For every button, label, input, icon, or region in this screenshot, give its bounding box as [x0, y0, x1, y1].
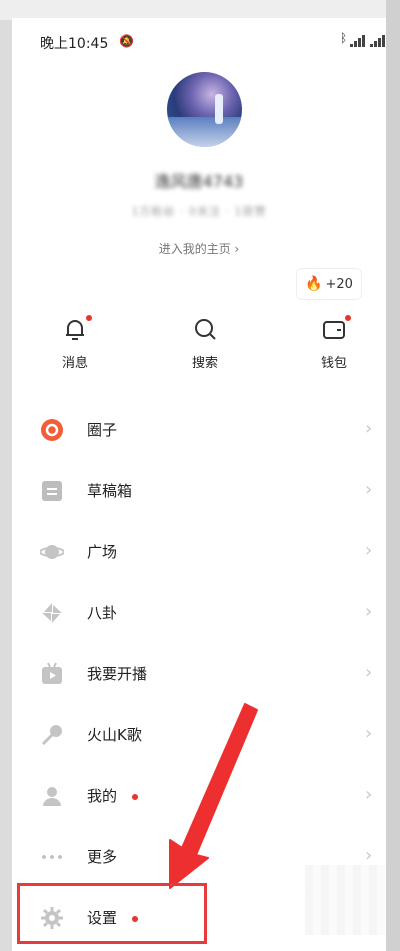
- menu-item-label: 广场: [87, 543, 118, 561]
- signal-icon: [350, 35, 368, 47]
- menu-item-label: 草稿箱: [87, 482, 133, 500]
- menu-item-circles[interactable]: 圈子 ›: [12, 400, 386, 460]
- chevron-right-icon: ›: [365, 540, 373, 561]
- live-icon: [40, 662, 64, 686]
- wallet-icon: [319, 314, 351, 344]
- quick-action-wallet[interactable]: 钱包: [294, 314, 374, 371]
- signal-icon: [370, 35, 386, 47]
- menu-item-label: 火山K歌: [87, 726, 142, 744]
- microphone-icon: [40, 723, 64, 747]
- menu-item-gossip[interactable]: 八卦 ›: [12, 583, 386, 643]
- flame-icon: 🔥: [305, 276, 323, 292]
- menu-item-label: 八卦: [87, 604, 118, 622]
- annotation-highlight-box: [17, 883, 207, 944]
- menu-item-karaoke[interactable]: 火山K歌 ›: [12, 705, 386, 765]
- quick-action-label: 搜索: [191, 356, 218, 371]
- background-right: [386, 0, 400, 951]
- circle-icon: [40, 418, 64, 442]
- chevron-right-icon: ›: [365, 601, 373, 622]
- chevron-right-icon: ›: [365, 784, 373, 805]
- menu-item-drafts[interactable]: 草稿箱 ›: [12, 461, 386, 521]
- notification-dot: [345, 315, 351, 321]
- fire-badge[interactable]: 🔥 +20: [296, 268, 362, 300]
- menu-item-label: 我的: [87, 787, 118, 805]
- profile-stats: 1万粉丝 · 0关注 · 1获赞: [131, 205, 267, 218]
- pinwheel-icon: [40, 601, 64, 625]
- menu-item-label: 圈子: [87, 421, 118, 439]
- chevron-right-icon: ›: [365, 845, 373, 866]
- status-bar: 晚上10:45 🔕 ᛒ: [12, 18, 386, 68]
- side-drawer: 晚上10:45 🔕 ᛒ 逸风唐4743 1万粉丝 · 0关注 · 1获赞 进入我…: [12, 18, 386, 951]
- menu-item-mine[interactable]: 我的 ›: [12, 766, 386, 826]
- menu-item-go-live[interactable]: 我要开播 ›: [12, 644, 386, 704]
- username[interactable]: 逸风唐4743: [12, 168, 386, 192]
- avatar[interactable]: [167, 72, 242, 147]
- mute-icon: 🔕: [119, 34, 134, 48]
- quick-action-label: 消息: [61, 356, 88, 371]
- chevron-right-icon: ›: [365, 723, 373, 744]
- chevron-right-icon: ›: [365, 479, 373, 500]
- menu-item-label: 更多: [87, 848, 118, 866]
- drafts-icon: [40, 479, 64, 503]
- chevron-right-icon: ›: [365, 662, 373, 683]
- background-top: [0, 0, 400, 20]
- notification-dot: [132, 794, 138, 800]
- menu-item-label: 我要开播: [87, 665, 148, 683]
- quick-action-search[interactable]: 搜索: [165, 314, 245, 371]
- fire-badge-value: +20: [325, 276, 353, 292]
- menu-item-square[interactable]: 广场 ›: [12, 522, 386, 582]
- user-icon: [40, 784, 64, 808]
- watermark: [305, 865, 385, 935]
- search-icon: [190, 314, 220, 344]
- bluetooth-icon: ᛒ: [340, 31, 348, 45]
- bell-icon: [60, 314, 92, 344]
- quick-action-label: 钱包: [320, 356, 347, 371]
- homepage-link[interactable]: 进入我的主页 ›: [12, 240, 386, 257]
- status-time: 晚上10:45: [40, 36, 109, 52]
- planet-icon: [39, 540, 65, 564]
- quick-action-messages[interactable]: 消息: [35, 314, 115, 371]
- more-icon: [40, 845, 64, 869]
- chevron-right-icon: ›: [365, 418, 373, 439]
- notification-dot: [86, 315, 92, 321]
